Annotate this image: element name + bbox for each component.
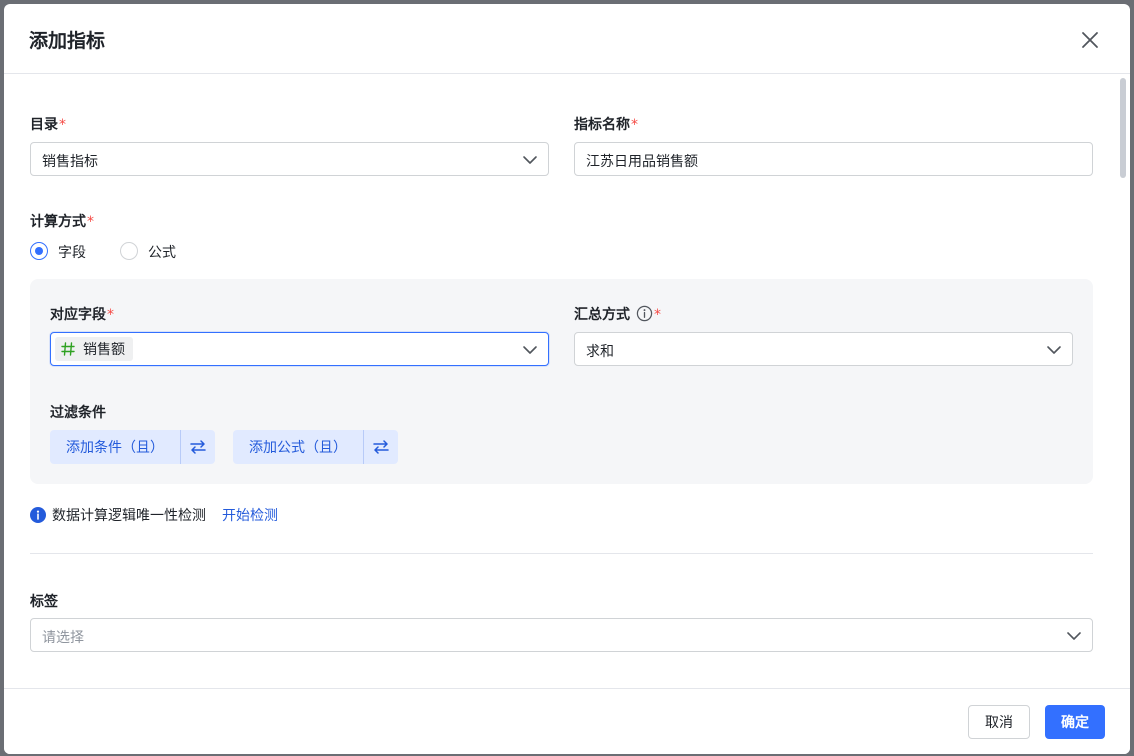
field-config-panel: 对应字段* 销售额 汇总方式 * 求和 过滤条件 添加条件（且） 添加公式（且）: [30, 279, 1093, 484]
confirm-button[interactable]: 确定: [1045, 705, 1105, 739]
section-divider: [30, 553, 1093, 554]
field-select[interactable]: 销售额: [50, 332, 549, 366]
chevron-down-icon: [1047, 346, 1061, 354]
uniqueness-check-row: 数据计算逻辑唯一性检测 开始检测: [30, 505, 278, 525]
catalog-value: 销售指标: [42, 154, 98, 170]
metric-name-input[interactable]: 江苏日用品销售额: [574, 142, 1093, 176]
aggregation-label: 汇总方式 *: [574, 305, 661, 323]
calc-method-label: 计算方式*: [30, 214, 94, 230]
toggle-condition-button[interactable]: [181, 430, 215, 464]
cancel-button[interactable]: 取消: [968, 705, 1030, 739]
tags-select[interactable]: 请选择: [30, 618, 1093, 652]
add-condition-button[interactable]: 添加条件（且）: [50, 430, 180, 464]
close-button[interactable]: [1078, 28, 1102, 52]
aggregation-select[interactable]: 求和: [574, 332, 1073, 366]
dialog-footer: 取消 确定: [4, 688, 1130, 754]
radio-checked-icon: [30, 242, 48, 260]
add-metric-dialog: 添加指标 目录* 销售指标 指标名称* 江苏日用品销售额 计算方式* 字段 公式…: [4, 4, 1130, 754]
chevron-down-icon: [523, 346, 537, 354]
field-label: 对应字段*: [50, 307, 114, 323]
tags-label: 标签: [30, 594, 58, 610]
metric-name-label: 指标名称*: [574, 117, 638, 133]
dialog-title: 添加指标: [29, 30, 106, 52]
add-formula-button[interactable]: 添加公式（且）: [233, 430, 363, 464]
catalog-select[interactable]: 销售指标: [30, 142, 549, 176]
tags-placeholder: 请选择: [42, 630, 84, 646]
add-formula-split-button: 添加公式（且）: [233, 430, 398, 464]
scrollbar-thumb[interactable]: [1120, 78, 1126, 178]
radio-unchecked-icon: [120, 242, 138, 260]
aggregation-value: 求和: [586, 344, 614, 360]
number-field-icon: [61, 342, 75, 356]
chevron-down-icon: [523, 156, 537, 164]
swap-icon: [373, 440, 389, 454]
dialog-body: 目录* 销售指标 指标名称* 江苏日用品销售额 计算方式* 字段 公式 对应字段…: [4, 75, 1130, 688]
toggle-formula-button[interactable]: [364, 430, 398, 464]
info-filled-icon: [30, 507, 46, 523]
catalog-label: 目录*: [30, 117, 66, 133]
info-circle-icon[interactable]: [636, 305, 653, 322]
dialog-header: 添加指标: [4, 4, 1130, 74]
field-tag-label: 销售额: [83, 342, 125, 358]
field-tag: 销售额: [55, 337, 133, 361]
add-condition-split-button: 添加条件（且）: [50, 430, 215, 464]
metric-name-value: 江苏日用品销售额: [586, 154, 698, 170]
swap-icon: [190, 440, 206, 454]
chevron-down-icon: [1067, 632, 1081, 640]
start-check-link[interactable]: 开始检测: [222, 505, 278, 525]
filter-label: 过滤条件: [50, 405, 106, 421]
close-icon: [1082, 32, 1098, 48]
uniqueness-check-text: 数据计算逻辑唯一性检测: [52, 508, 206, 524]
